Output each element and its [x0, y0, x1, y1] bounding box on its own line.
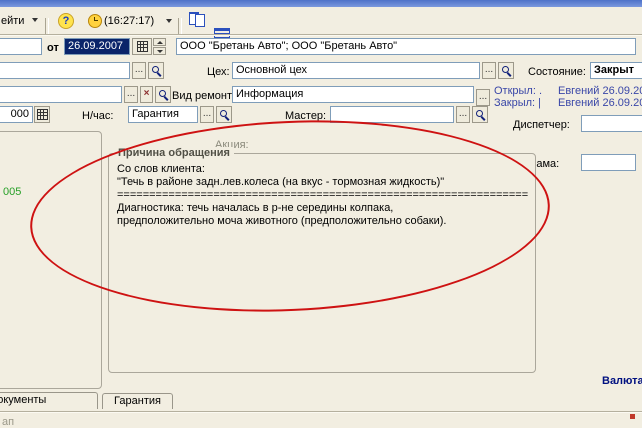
toolbar: ейти ? (16:27:17) [0, 7, 642, 34]
nhour-ellipsis-button[interactable]: ... [200, 106, 214, 123]
workshop-search-button[interactable] [498, 62, 514, 79]
time-dropdown-arrow-icon[interactable] [166, 19, 172, 23]
dispatcher-label: Диспетчер: [513, 119, 570, 131]
vehicle-ellipsis-button[interactable]: ... [124, 86, 138, 103]
master-ellipsis-button[interactable]: ... [456, 106, 470, 123]
hours-field[interactable]: 000 [0, 106, 33, 123]
vehicle-field[interactable] [0, 86, 122, 103]
vehicle-clear-button[interactable]: × [140, 86, 153, 103]
spin-up-button[interactable] [153, 38, 166, 46]
workshop-label: Цех: [207, 66, 230, 78]
document-structure-icon[interactable] [188, 11, 205, 27]
magnifier-icon [474, 108, 487, 121]
date-field[interactable]: 26.09.2007 [64, 38, 130, 55]
tab-documents-label: Документы [0, 394, 46, 406]
calculator-icon [37, 109, 48, 120]
window-titlebar [0, 0, 642, 7]
opened-by-label: Открыл: . [494, 85, 542, 97]
bottom-divider [0, 412, 642, 413]
green-number: 005 [3, 186, 21, 198]
spin-down-button[interactable] [153, 47, 166, 55]
arrow-down-icon [157, 50, 163, 53]
closed-by-label: Закрыл: | [494, 97, 541, 109]
arrow-up-icon [157, 41, 163, 44]
magnifier-icon [218, 108, 231, 121]
client-field[interactable] [0, 62, 130, 79]
red-mark [630, 414, 635, 419]
magnifier-icon [500, 64, 513, 77]
master-search-button[interactable] [472, 106, 488, 123]
tab-documents[interactable]: Документы [0, 392, 98, 409]
vehicle-search-button[interactable] [155, 86, 171, 103]
toolbar-divider [0, 35, 642, 36]
date-spinner [153, 38, 166, 55]
closed-by-value[interactable]: Евгений 26.09.20 [558, 97, 642, 109]
nhour-field[interactable]: Гарантия [128, 106, 198, 123]
calendar-icon [137, 41, 148, 52]
client-ellipsis-button[interactable]: ... [132, 62, 146, 79]
state-label: Состояние: [528, 66, 586, 78]
state-field[interactable]: Закрыт [590, 62, 642, 79]
workshop-ellipsis-button[interactable]: ... [482, 62, 496, 79]
clock-icon[interactable] [88, 14, 102, 28]
magnifier-icon [157, 88, 170, 101]
magnifier-icon [150, 64, 163, 77]
goto-button-label: ейти [1, 15, 24, 27]
repair-type-field[interactable]: Информация [232, 86, 474, 103]
client-search-button[interactable] [148, 62, 164, 79]
repair-type-ellipsis-button[interactable]: ... [476, 89, 490, 106]
goto-button[interactable]: ейти [1, 15, 38, 27]
nhour-label: Н/час: [82, 110, 113, 122]
clipped-bottom-text: ап [2, 416, 14, 428]
dropdown-arrow-icon [32, 18, 38, 22]
help-icon[interactable]: ? [58, 13, 74, 29]
document-number-field[interactable] [0, 38, 42, 55]
nhour-search-button[interactable] [216, 106, 232, 123]
tab-warranty[interactable]: Гарантия [102, 393, 173, 409]
calculator-button[interactable] [34, 106, 50, 123]
calendar-button[interactable] [132, 38, 152, 55]
advert-field[interactable] [581, 154, 636, 171]
time-label[interactable]: (16:27:17) [104, 15, 154, 27]
date-label: от [47, 42, 59, 54]
company-field[interactable]: ООО "Бретань Авто"; ООО "Бретань Авто" [176, 38, 636, 55]
dispatcher-field[interactable] [581, 115, 642, 132]
repair-type-label: Вид ремонта: [172, 90, 241, 102]
tab-warranty-label: Гарантия [114, 395, 161, 407]
currency-label: Валюта [602, 375, 642, 387]
opened-by-value[interactable]: Евгений 26.09.20 [558, 85, 642, 97]
workshop-field[interactable]: Основной цех [232, 62, 480, 79]
